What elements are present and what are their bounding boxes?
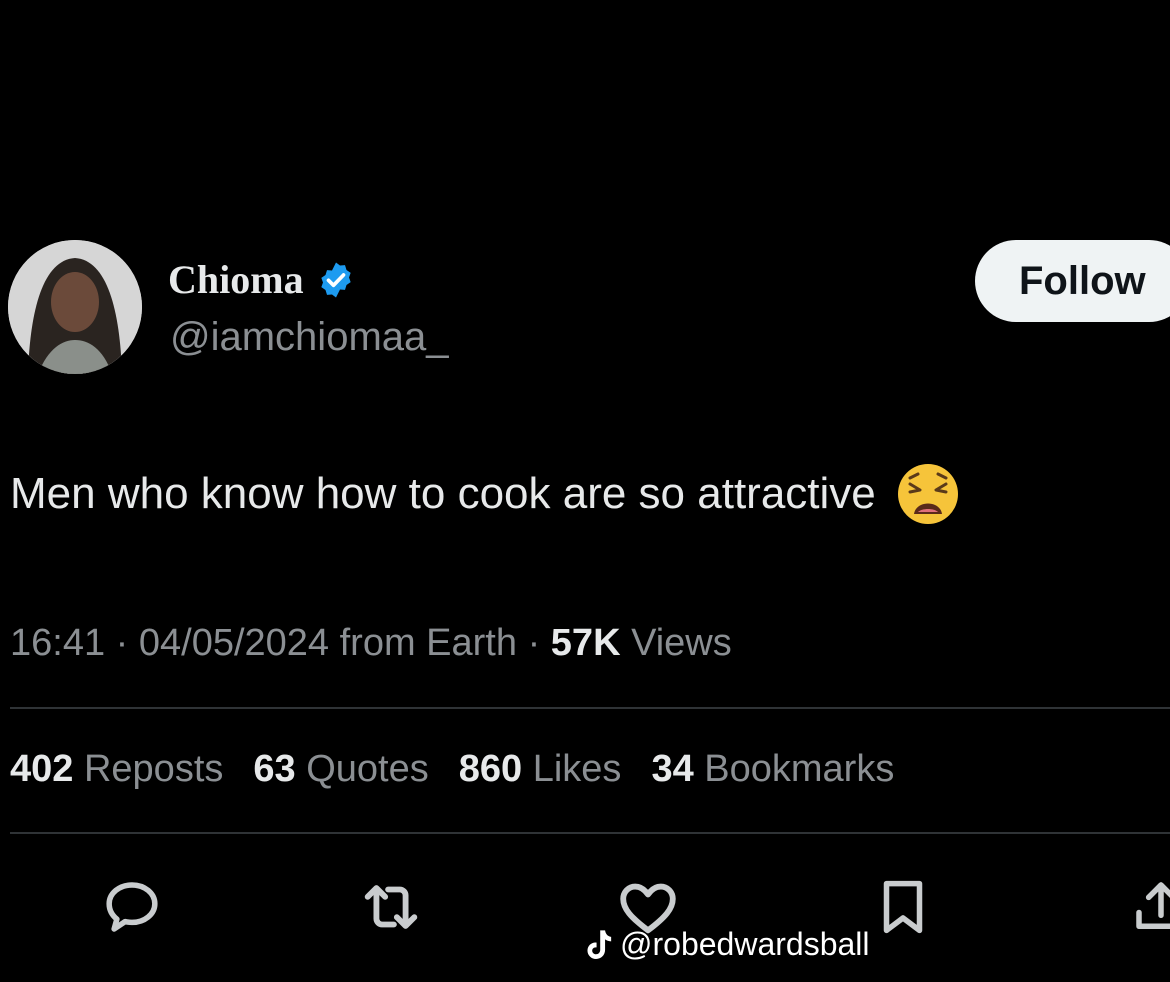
tweet-meta: 16:41 · 04/05/2024 from Earth · 57K View…	[10, 622, 732, 665]
display-name[interactable]: Chioma	[168, 256, 356, 303]
verified-badge-icon	[316, 260, 356, 300]
avatar[interactable]	[8, 240, 142, 374]
tiktok-icon	[584, 928, 614, 962]
follow-button[interactable]: Follow	[975, 240, 1170, 322]
tweet-time[interactable]: 16:41	[10, 622, 105, 664]
divider	[10, 707, 1170, 709]
stat-reposts[interactable]: 402 Reposts	[10, 748, 223, 791]
share-icon[interactable]	[1128, 872, 1170, 942]
meta-separator: ·	[517, 622, 551, 664]
engagement-stats: 402 Reposts 63 Quotes 860 Likes 34 Bookm…	[10, 748, 894, 791]
bookmark-icon[interactable]	[868, 872, 938, 942]
display-name-text: Chioma	[168, 257, 304, 302]
watermark: @robedwardsball	[584, 926, 870, 963]
stat-quotes[interactable]: 63 Quotes	[253, 748, 428, 791]
meta-separator: ·	[105, 622, 139, 664]
tweet-text: Men who know how to cook are so attracti…	[10, 462, 960, 526]
stat-bookmarks[interactable]: 34 Bookmarks	[651, 748, 894, 791]
stat-likes[interactable]: 860 Likes	[459, 748, 622, 791]
views-count: 57K	[550, 622, 621, 664]
divider	[10, 832, 1170, 834]
tweet-date[interactable]: 04/05/2024	[139, 622, 329, 664]
weary-face-emoji-icon	[896, 462, 960, 526]
repost-icon[interactable]	[356, 872, 426, 942]
views-label: Views	[620, 622, 732, 664]
tweet-text-body: Men who know how to cook are so attracti…	[10, 469, 876, 518]
watermark-text: @robedwardsball	[620, 926, 870, 962]
tweet-source: from Earth	[329, 622, 518, 664]
reply-icon[interactable]	[97, 872, 167, 942]
user-handle[interactable]: @iamchiomaa_	[170, 315, 449, 360]
